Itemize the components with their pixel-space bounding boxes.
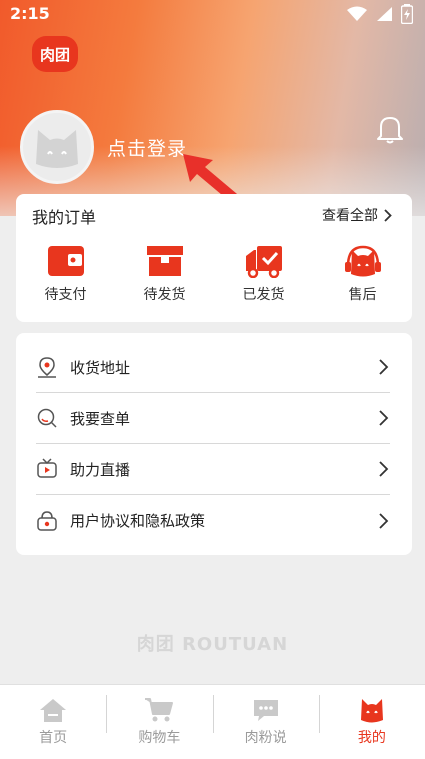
wallet-icon — [47, 246, 84, 276]
lock-icon — [37, 510, 57, 531]
view-all-orders-link[interactable]: 查看全部 — [322, 205, 392, 225]
menu-item-user-agreement[interactable]: 用户协议和隐私政策 — [36, 495, 390, 546]
menu-card: 收货地址 我要查单 助力直播 用户协议和隐私政策 — [16, 333, 412, 555]
search-icon — [37, 408, 57, 428]
battery-icon — [401, 4, 413, 24]
orders-card: 我的订单 查看全部 待支付 待发货 已发货 售后 — [16, 194, 412, 322]
bell-icon[interactable] — [376, 114, 404, 144]
tab-label: 肉粉说 — [244, 730, 287, 746]
tab-home[interactable]: 首页 — [0, 685, 106, 759]
chevron-right-icon — [379, 359, 389, 375]
cat-icon — [360, 699, 383, 723]
brand-watermark: 肉团 ROUTUAN — [136, 634, 289, 655]
status-bar: 2:15 — [0, 0, 425, 28]
chevron-right-icon — [384, 208, 392, 222]
view-all-label: 查看全部 — [322, 208, 378, 224]
orders-title: 我的订单 — [32, 208, 97, 227]
truck-icon — [245, 246, 282, 278]
order-after-sales[interactable]: 售后 — [313, 244, 412, 304]
chat-icon — [253, 700, 278, 721]
order-label: 售后 — [348, 287, 377, 303]
chevron-right-icon — [379, 512, 389, 529]
chevron-right-icon — [379, 410, 389, 426]
menu-item-shipping-address[interactable]: 收货地址 — [36, 342, 390, 393]
tab-cart[interactable]: 购物车 — [106, 685, 212, 759]
avatar[interactable] — [20, 110, 94, 184]
menu-label: 助力直播 — [70, 460, 131, 479]
home-icon — [40, 699, 67, 722]
tab-label: 我的 — [357, 730, 386, 746]
tab-mine[interactable]: 我的 — [318, 685, 425, 759]
menu-label: 我要查单 — [70, 409, 131, 428]
tab-label: 首页 — [39, 730, 68, 746]
app-logo-text: 肉团 — [39, 45, 70, 64]
order-shipped[interactable]: 已发货 — [214, 244, 313, 304]
tab-community[interactable]: 肉粉说 — [212, 685, 319, 759]
cart-icon — [145, 698, 174, 722]
signal-icon — [377, 7, 392, 21]
menu-label: 用户协议和隐私政策 — [70, 512, 206, 530]
box-icon — [146, 246, 183, 276]
chevron-right-icon — [379, 461, 389, 477]
order-pending-payment[interactable]: 待支付 — [16, 244, 115, 304]
menu-label: 收货地址 — [70, 358, 131, 377]
status-time: 2:15 — [10, 4, 50, 23]
menu-item-live-assist[interactable]: 助力直播 — [36, 444, 390, 495]
cat-avatar-icon — [36, 130, 78, 168]
order-label: 待支付 — [44, 287, 87, 303]
order-pending-shipment[interactable]: 待发货 — [115, 244, 214, 304]
location-icon — [38, 357, 56, 378]
wifi-icon — [347, 6, 367, 21]
bottom-tab-bar: 首页 购物车 肉粉说 我的 — [0, 684, 425, 759]
tv-icon — [37, 458, 57, 478]
app-logo: 肉团 — [32, 36, 78, 72]
order-label: 已发货 — [242, 287, 285, 303]
menu-item-order-lookup[interactable]: 我要查单 — [36, 393, 390, 444]
headset-icon — [344, 245, 381, 277]
tab-label: 购物车 — [138, 730, 181, 746]
order-label: 待发货 — [143, 287, 186, 303]
